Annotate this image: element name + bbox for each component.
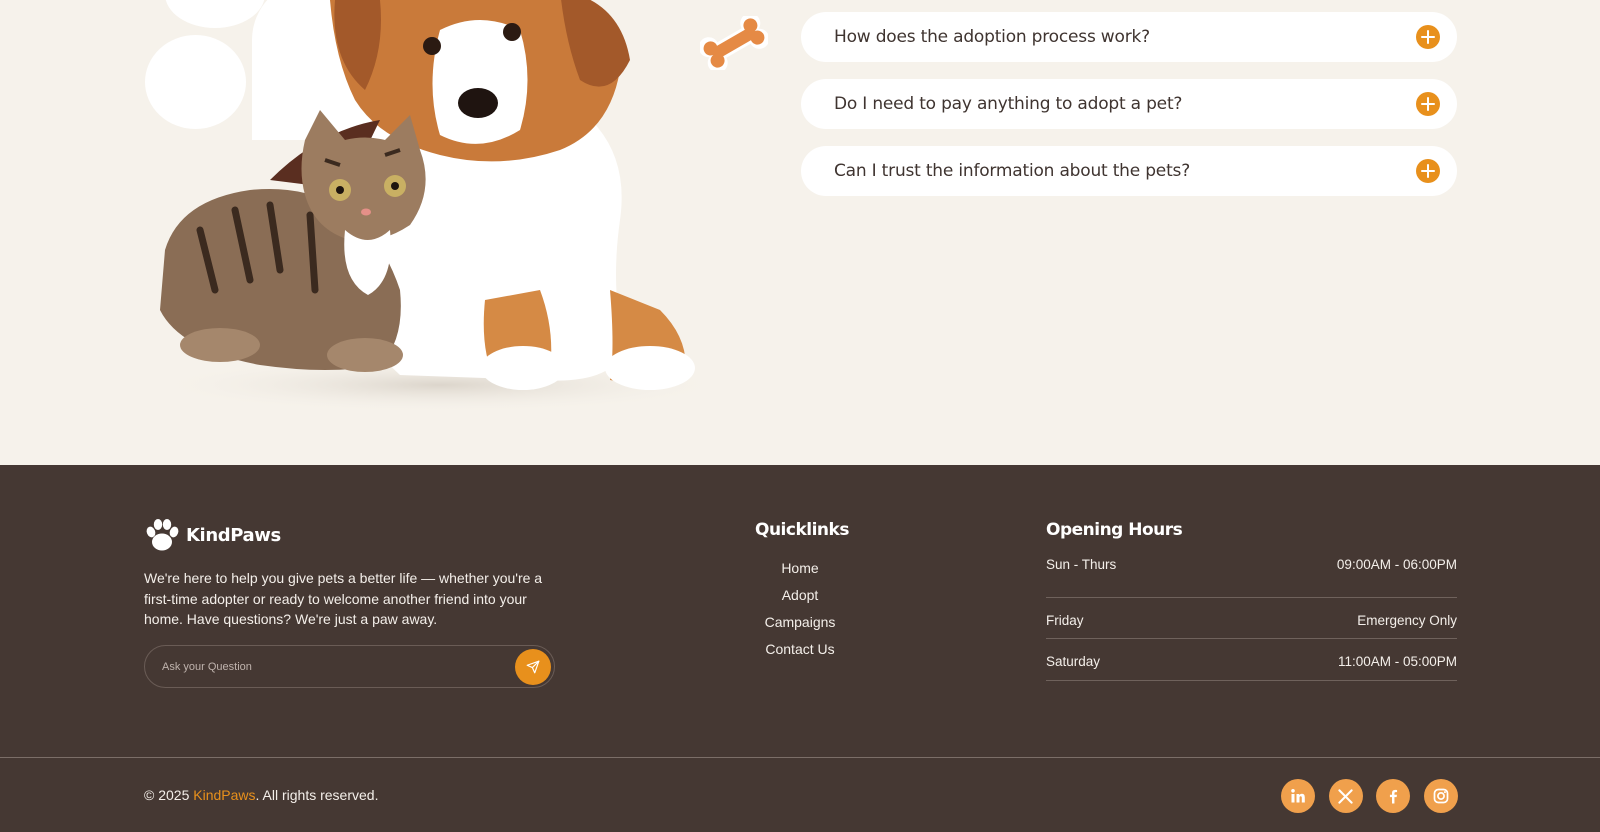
ask-question-form (144, 645, 555, 688)
copyright: © 2025 KindPaws. All rights reserved. (144, 787, 378, 803)
bone-icon (700, 16, 768, 70)
paw-icon (146, 519, 179, 551)
instagram-icon (1433, 788, 1448, 804)
faq-item-pet-information[interactable]: Can I trust the information about the pe… (801, 146, 1457, 196)
hours-day: Friday (1046, 612, 1084, 628)
hours-time: Emergency Only (1357, 612, 1457, 628)
faq-section: How does the adoption process work? Do I… (0, 0, 1600, 465)
quicklink-home[interactable]: Home (740, 560, 860, 587)
plus-icon[interactable] (1416, 159, 1440, 183)
send-question-button[interactable] (515, 648, 551, 685)
x-link[interactable] (1328, 779, 1363, 813)
facebook-link[interactable] (1376, 779, 1410, 813)
copyright-prefix: © 2025 (144, 787, 194, 803)
faq-question: Can I trust the information about the pe… (834, 161, 1191, 181)
facebook-icon (1389, 789, 1397, 804)
faq-question: How does the adoption process work? (834, 27, 1150, 47)
opening-hours-title: Opening Hours (1046, 520, 1183, 540)
hours-day: Sun - Thurs (1046, 557, 1117, 572)
send-icon (526, 660, 540, 673)
linkedin-icon (1291, 789, 1305, 803)
linkedin-link[interactable] (1281, 779, 1315, 813)
quicklink-contact-us[interactable]: Contact Us (740, 641, 860, 668)
faq-item-adoption-fee[interactable]: Do I need to pay anything to adopt a pet… (801, 79, 1457, 129)
faq-list: How does the adoption process work? Do I… (801, 12, 1457, 213)
quicklinks-title: Quicklinks (755, 520, 849, 540)
faq-item-adoption-process[interactable]: How does the adoption process work? (801, 12, 1457, 62)
hours-row: Friday Emergency Only (1046, 598, 1457, 639)
footer-tagline: We're here to help you give pets a bette… (144, 570, 543, 627)
x-icon (1338, 788, 1353, 804)
footer: KindPaws We're here to help you give pet… (0, 465, 1600, 832)
hours-row: Saturday 11:00AM - 05:00PM (1046, 639, 1457, 681)
faq-question: Do I need to pay anything to adopt a pet… (834, 94, 1183, 114)
brand-name: KindPaws (186, 524, 281, 546)
hours-time: 11:00AM - 05:00PM (1337, 654, 1457, 669)
footer-logo[interactable]: KindPaws (144, 518, 281, 552)
plus-icon[interactable] (1416, 92, 1440, 116)
quicklink-adopt[interactable]: Adopt (740, 587, 860, 614)
copyright-suffix: . All rights reserved. (255, 787, 379, 803)
hours-day: Saturday (1046, 654, 1101, 669)
hours-row: Sun - Thurs 09:00AM - 06:00PM (1046, 556, 1457, 598)
dog-and-cat-image (150, 0, 720, 410)
copyright-brand-link[interactable]: KindPaws (193, 787, 255, 803)
instagram-link[interactable] (1423, 779, 1458, 813)
ask-question-input[interactable] (145, 646, 515, 687)
plus-icon[interactable] (1416, 25, 1440, 49)
hours-time: 09:00AM - 06:00PM (1336, 557, 1457, 572)
footer-divider (0, 757, 1600, 758)
quicklink-campaigns[interactable]: Campaigns (740, 614, 860, 641)
social-links (1281, 779, 1458, 813)
opening-hours-table: Sun - Thurs 09:00AM - 06:00PM Friday Eme… (1046, 556, 1457, 681)
quicklinks-list: Home Adopt Campaigns Contact Us (740, 560, 860, 668)
